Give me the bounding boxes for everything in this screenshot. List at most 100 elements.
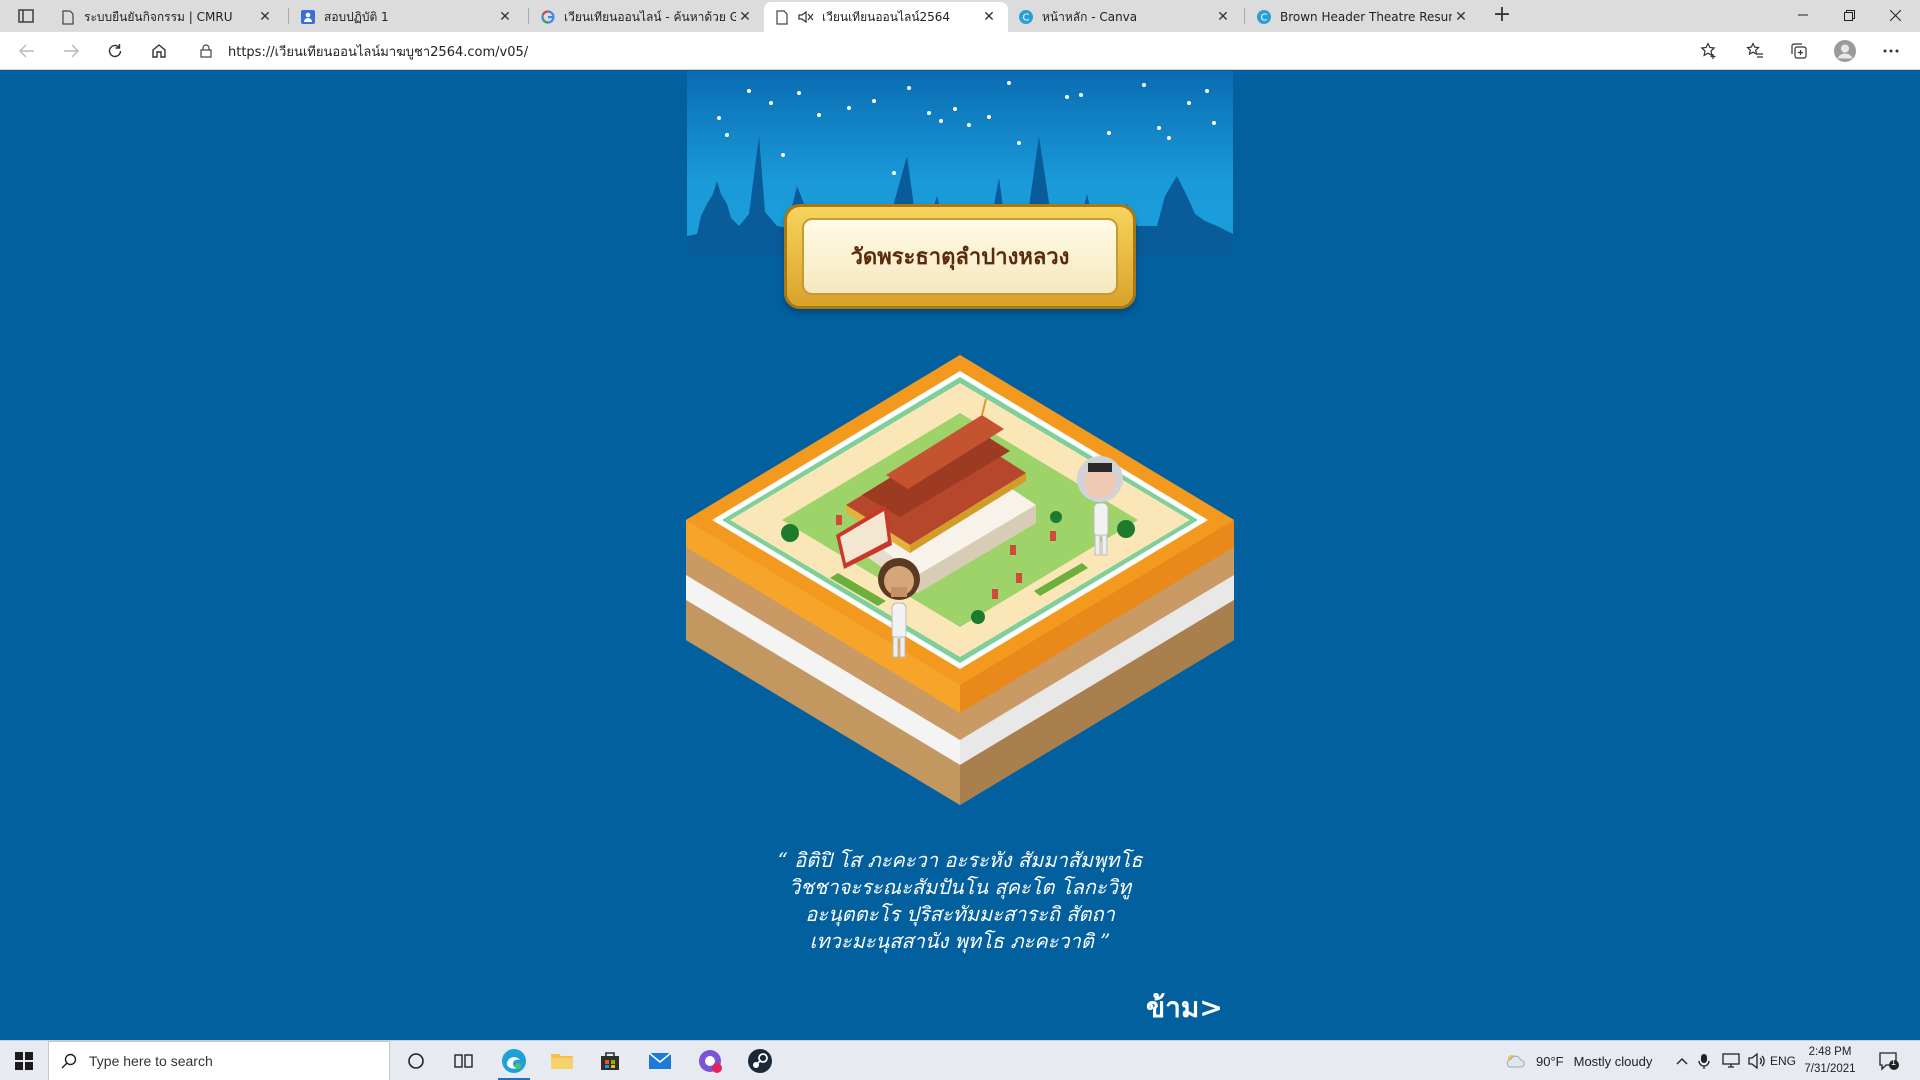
browser-tab-cmru[interactable]: ระบบยืนยันกิจกรรม | CMRU ✕ — [50, 2, 284, 32]
steam-button[interactable] — [736, 1041, 784, 1080]
browser-toolbar: https://เวียนเทียนออนไลน์มาฆบูชา2564.com… — [0, 32, 1920, 70]
clock-time: 2:48 PM — [1808, 1046, 1852, 1058]
back-arrow-icon — [19, 44, 34, 58]
chant-line: อะนุตตะโร ปุริสะทัมมะสาระถิ สัตถา — [805, 902, 1115, 926]
file-explorer-button[interactable] — [538, 1041, 586, 1080]
forms-icon — [300, 9, 316, 25]
close-tab-icon[interactable]: ✕ — [736, 9, 754, 25]
browser-tab-exam[interactable]: สอบปฏิบัติ 1 ✕ — [290, 2, 524, 32]
weather-widget[interactable]: 90°F Mostly cloudy — [1504, 1041, 1652, 1080]
chant-line: เทวะมะนุสสานัง พุทโธ ภะคะวาติ ” — [809, 929, 1111, 953]
svg-text:C: C — [1023, 13, 1030, 24]
forward-button[interactable] — [56, 37, 86, 65]
canva-icon: C — [1256, 9, 1272, 25]
weather-temperature: 90°F — [1536, 1053, 1564, 1069]
tab-title: เวียนเทียนออนไลน์2564 — [822, 9, 951, 24]
network-button[interactable] — [1722, 1041, 1740, 1080]
home-button[interactable] — [144, 37, 174, 65]
home-icon — [152, 44, 166, 58]
tab-separator — [1244, 8, 1245, 24]
restore-icon — [1843, 9, 1855, 21]
browser-tab-canva-home[interactable]: C หน้าหลัก - Canva ✕ — [1008, 2, 1242, 32]
refresh-icon — [108, 44, 122, 58]
notification-icon — [1879, 1052, 1899, 1071]
svg-text:C: C — [1261, 13, 1268, 24]
tab-actions-button[interactable] — [8, 4, 44, 28]
tab-title: หน้าหลัก - Canva — [1042, 9, 1138, 24]
taskbar-search-box[interactable]: Type here to search — [48, 1041, 390, 1080]
tree — [781, 524, 799, 542]
canva-icon: C — [1018, 9, 1034, 25]
edge-taskbar-button[interactable] — [490, 1041, 538, 1080]
input-language-indicator[interactable]: ENG — [1770, 1041, 1796, 1080]
new-tab-button[interactable]: + — [1488, 2, 1516, 30]
refresh-button[interactable] — [100, 37, 130, 65]
browser-tab-strip: ระบบยืนยันกิจกรรม | CMRU ✕ สอบปฏิบัติ 1 … — [0, 0, 1920, 32]
muted-speaker-icon[interactable] — [798, 9, 814, 25]
microphone-button[interactable] — [1698, 1041, 1710, 1080]
search-icon — [61, 1053, 77, 1069]
store-button[interactable] — [586, 1041, 634, 1080]
start-button[interactable] — [0, 1041, 48, 1080]
chant-line: “ อิติปิ โส ภะคะวา อะระหัง สัมมาสัมพุทโธ — [777, 848, 1143, 872]
collections-button[interactable] — [1784, 37, 1814, 65]
restore-button[interactable] — [1826, 0, 1872, 30]
minimize-icon — [1798, 14, 1808, 16]
tab-actions-icon — [18, 9, 34, 23]
chevron-up-icon — [1676, 1058, 1688, 1065]
cortana-button[interactable] — [392, 1041, 440, 1080]
favorites-button[interactable] — [1740, 37, 1770, 65]
profile-button[interactable] — [1830, 37, 1860, 65]
cloud-sun-icon — [1506, 1055, 1525, 1068]
forward-arrow-icon — [64, 44, 79, 58]
browser-tab-active[interactable]: เวียนเทียนออนไลน์2564 ✕ — [764, 2, 1008, 32]
windows-logo-icon — [15, 1052, 33, 1070]
avatar-icon — [1834, 40, 1856, 62]
mail-button[interactable] — [636, 1041, 684, 1080]
tab-title: เวียนเทียนออนไลน์ - ค้นหาด้วย Goog — [564, 9, 736, 24]
task-view-button[interactable] — [440, 1041, 488, 1080]
close-tab-icon[interactable]: ✕ — [256, 9, 274, 25]
close-icon — [1889, 9, 1901, 21]
temple-name-plaque: วัดพระธาตุลำปางหลวง — [784, 204, 1136, 309]
google-icon — [540, 9, 556, 25]
notification-center-button[interactable]: 1 — [1878, 1041, 1900, 1080]
tab-separator — [288, 8, 289, 24]
temple-name: วัดพระธาตุลำปางหลวง — [850, 244, 1070, 270]
close-window-button[interactable] — [1872, 0, 1918, 30]
store-icon — [601, 1052, 619, 1070]
show-hidden-icons-button[interactable] — [1676, 1041, 1688, 1080]
network-icon — [1722, 1053, 1740, 1068]
chant-line: วิชชาจะระณะสัมปันโน สุคะโต โลกะวิทู — [788, 875, 1132, 899]
edge-icon — [502, 1049, 526, 1073]
volume-button[interactable] — [1748, 1041, 1766, 1080]
messenger-button[interactable] — [686, 1041, 734, 1080]
settings-menu-button[interactable] — [1876, 37, 1906, 65]
back-button[interactable] — [12, 37, 42, 65]
close-tab-icon[interactable]: ✕ — [1214, 9, 1232, 25]
browser-tab-canva-resume[interactable]: C Brown Header Theatre Resume - ✕ — [1246, 2, 1480, 32]
collections-icon — [1791, 43, 1807, 59]
lock-icon[interactable] — [196, 44, 216, 58]
tree — [971, 610, 985, 624]
skip-button[interactable]: ข้าม> — [1146, 986, 1223, 1030]
add-favorite-button[interactable] — [1694, 37, 1724, 65]
web-page: วัดพระธาตุลำปางหลวง “ อิติปิ โส ภะคะวา อ… — [0, 71, 1920, 1040]
browser-tab-google-search[interactable]: เวียนเทียนออนไลน์ - ค้นหาด้วย Goog ✕ — [530, 2, 764, 32]
tab-title: ระบบยืนยันกิจกรรม | CMRU — [84, 9, 233, 24]
close-tab-icon[interactable]: ✕ — [496, 9, 514, 25]
close-tab-icon[interactable]: ✕ — [1452, 9, 1470, 25]
tab-title: Brown Header Theatre Resume - — [1280, 10, 1452, 24]
minimize-button[interactable] — [1780, 0, 1826, 30]
speaker-icon — [1748, 1053, 1765, 1069]
cortana-icon — [408, 1053, 424, 1069]
mail-icon — [648, 1052, 672, 1069]
folder-icon — [551, 1054, 573, 1069]
weather-description: Mostly cloudy — [1573, 1053, 1653, 1069]
address-bar[interactable]: https://เวียนเทียนออนไลน์มาฆบูชา2564.com… — [196, 36, 1696, 66]
tree — [1117, 520, 1135, 538]
task-view-icon — [454, 1054, 473, 1068]
url-text[interactable]: https://เวียนเทียนออนไลน์มาฆบูชา2564.com… — [228, 41, 528, 62]
taskbar-clock[interactable]: 2:48 PM 7/31/2021 — [1795, 1044, 1865, 1078]
close-tab-icon[interactable]: ✕ — [980, 9, 998, 25]
